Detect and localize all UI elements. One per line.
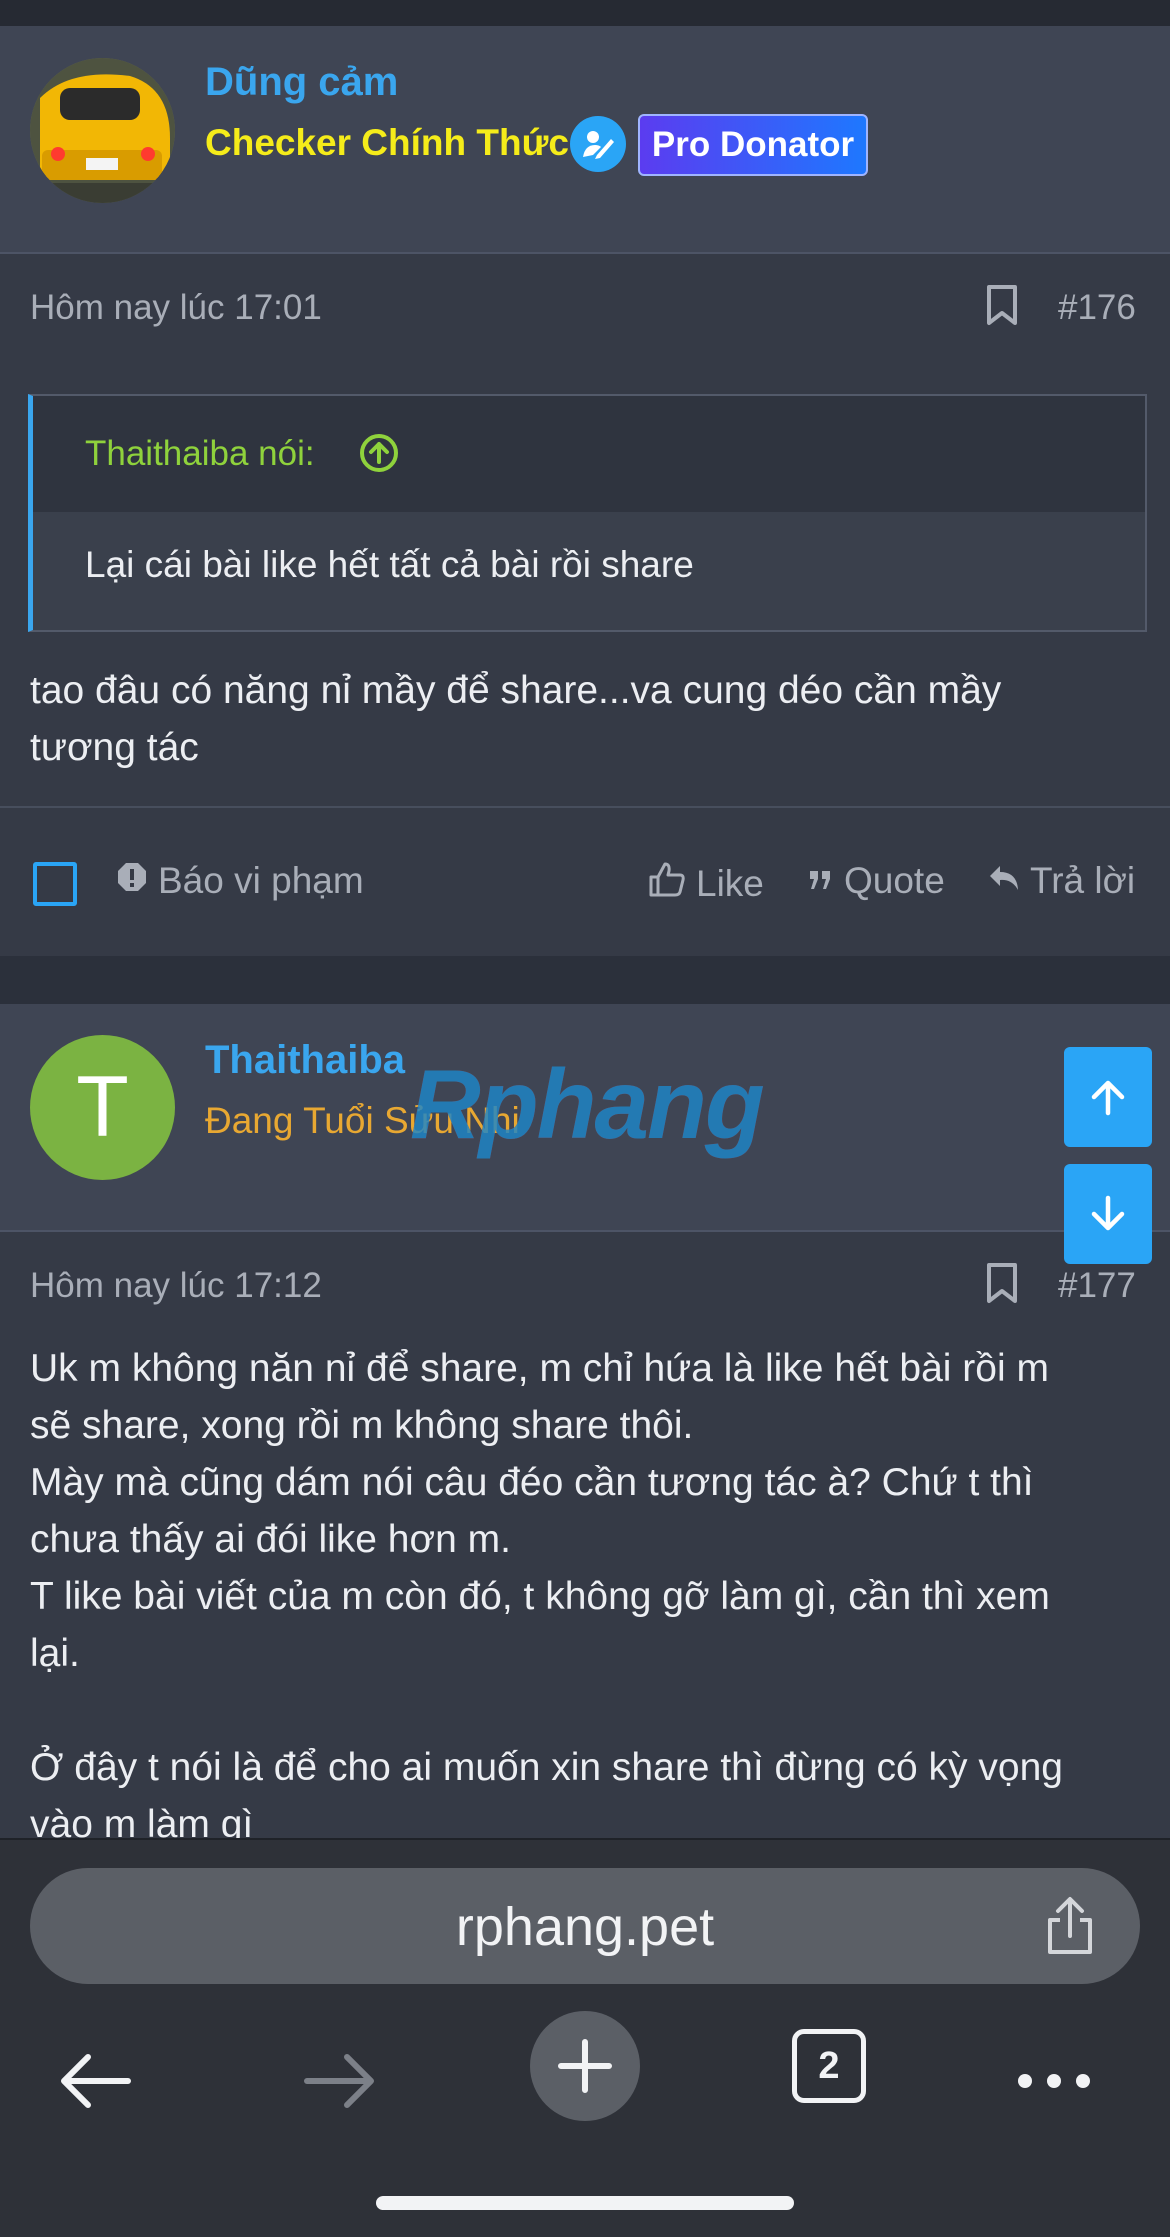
pro-donator-badge: Pro Donator [638, 114, 868, 176]
user-avatar[interactable] [30, 58, 175, 203]
previous-post-edge [0, 0, 1170, 26]
select-checkbox[interactable] [33, 862, 77, 906]
tabs-button[interactable]: 2 [792, 2029, 866, 2103]
new-tab-button[interactable] [530, 2011, 640, 2121]
quote-jump-icon[interactable] [358, 432, 400, 479]
back-button[interactable] [50, 2036, 140, 2126]
url-text: rphang.pet [455, 1897, 715, 1957]
home-indicator [376, 2196, 794, 2210]
watermark-logo: Rphang [410, 1049, 765, 1159]
bookmark-icon[interactable] [985, 284, 1019, 331]
arrow-down-icon [1091, 1195, 1125, 1231]
forward-button[interactable] [295, 2036, 385, 2126]
address-bar[interactable]: rphang.pet [30, 1868, 1140, 1984]
post-177: T Thaithaiba Đang Tuổi Sửu Nhi Rphang Hô… [0, 1004, 1170, 1838]
quote-block: Thaithaiba nói: Lại cái bài like hết tất… [28, 394, 1147, 632]
report-icon [116, 860, 148, 902]
post-time[interactable]: Hôm nay lúc 17:12 [30, 1266, 322, 1306]
post-176: Dũng cảm Checker Chính Thức Pro Donator … [0, 26, 1170, 956]
reply-button[interactable]: Trả lời [988, 860, 1135, 902]
divider [0, 806, 1170, 808]
arrow-right-icon [304, 2054, 374, 2108]
arrow-left-icon [61, 2054, 131, 2108]
tab-count: 2 [818, 2044, 840, 2087]
share-icon[interactable] [1044, 1896, 1096, 1961]
post-body: Uk m không năn nỉ để share, m chỉ hứa là… [30, 1347, 1063, 1838]
post-header: T Thaithaiba Đang Tuổi Sửu Nhi Rphang [0, 1004, 1170, 1232]
plus-icon [558, 2039, 612, 2093]
bookmark-icon[interactable] [985, 1262, 1019, 1309]
like-label: Like [696, 862, 764, 904]
thumbs-up-icon [648, 860, 686, 907]
quote-label: Quote [844, 860, 945, 901]
post-body: tao đâu có năng nỉ mầy để share...va cun… [30, 669, 1002, 769]
user-avatar[interactable]: T [30, 1035, 175, 1180]
scroll-up-button[interactable] [1064, 1047, 1152, 1147]
quote-button[interactable]: Quote [808, 860, 945, 902]
author-name[interactable]: Dũng cảm [205, 60, 398, 105]
verified-checker-icon [570, 116, 626, 172]
more-menu-button[interactable] [1008, 2036, 1100, 2126]
post-header: Dũng cảm Checker Chính Thức Pro Donator [0, 26, 1170, 254]
quote-author[interactable]: Thaithaiba nói: [85, 434, 315, 474]
scroll-down-button[interactable] [1064, 1164, 1152, 1264]
avatar-letter: T [76, 1059, 129, 1155]
user-title: Checker Chính Thức [205, 122, 569, 163]
post-number[interactable]: #177 [1058, 1266, 1136, 1306]
arrow-up-icon [1091, 1080, 1125, 1116]
post-number[interactable]: #176 [1058, 288, 1136, 328]
reply-icon [988, 860, 1020, 902]
author-name[interactable]: Thaithaiba [205, 1038, 405, 1083]
reply-label: Trả lời [1030, 860, 1136, 901]
more-dots-icon [1018, 2074, 1090, 2088]
quote-header: Thaithaiba nói: [33, 396, 1145, 512]
post-gap [0, 956, 1170, 1004]
like-button[interactable]: Like [648, 860, 764, 907]
quote-icon [808, 860, 834, 902]
post-time[interactable]: Hôm nay lúc 17:01 [30, 288, 322, 328]
report-label: Báo vi phạm [158, 860, 364, 901]
quote-text: Lại cái bài like hết tất cả bài rồi shar… [85, 544, 694, 585]
browser-toolbar: rphang.pet 2 [0, 1838, 1170, 2237]
report-button[interactable]: Báo vi phạm [116, 860, 364, 902]
